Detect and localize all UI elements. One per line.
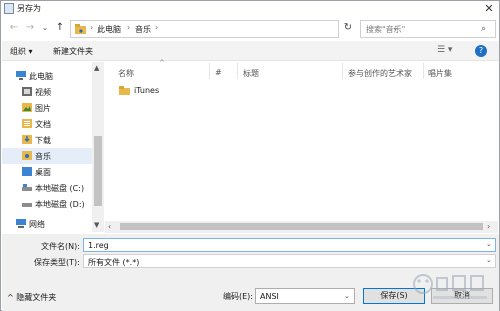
list-item[interactable]: iTunes	[113, 84, 313, 98]
drive-icon	[22, 203, 32, 207]
sidebar-item-label: 文档	[35, 120, 51, 129]
hide-folders-label: 隐藏文件夹	[16, 293, 57, 302]
sidebar-item-label: 图片	[35, 104, 51, 113]
column-divider	[209, 63, 210, 79]
music-folder-icon	[75, 24, 86, 34]
chevron-down-icon[interactable]: ⌄	[486, 256, 492, 264]
scrollbar-thumb[interactable]	[120, 223, 483, 230]
sidebar-item-documents[interactable]: 文档	[2, 116, 92, 132]
document-icon	[4, 3, 14, 14]
chevron-down-icon[interactable]: ⌄	[486, 240, 492, 248]
scroll-up-icon[interactable]: ▲	[94, 64, 99, 72]
up-arrow-icon[interactable]: ↑	[54, 22, 66, 34]
baidu-watermark-logo	[413, 274, 487, 299]
sidebar-item-label: 音乐	[35, 152, 51, 161]
sidebar-item-label: 视频	[35, 88, 51, 97]
new-folder-button[interactable]: 新建文件夹	[53, 46, 93, 57]
documents-folder-icon	[22, 119, 32, 128]
sidebar-item-drive-c[interactable]: 本地磁盘 (C:)	[2, 180, 92, 196]
encoding-select[interactable]: ANSI ⌄	[255, 288, 355, 304]
back-arrow-icon[interactable]: ←	[8, 22, 20, 34]
column-header-number[interactable]: #	[215, 68, 222, 77]
sidebar-item-desktop[interactable]: 桌面	[2, 164, 92, 180]
horizontal-scrollbar[interactable]: ‹ ›	[105, 221, 498, 233]
breadcrumb-music[interactable]: 音乐	[135, 24, 151, 35]
column-header-album[interactable]: 唱片集	[428, 68, 452, 79]
sort-ascending-icon: ^	[159, 59, 165, 67]
column-divider	[423, 63, 424, 79]
breadcrumb-separator: ›	[90, 23, 94, 32]
filetype-label: 保存类型(T):	[34, 258, 80, 267]
file-name: iTunes	[134, 86, 160, 95]
desktop-folder-icon	[22, 167, 32, 176]
sidebar-item-label: 此电脑	[29, 72, 53, 81]
scroll-right-icon[interactable]: ›	[487, 222, 490, 231]
folder-icon	[119, 86, 130, 95]
title-bar: 另存为 ✕	[1, 1, 499, 17]
sidebar-item-downloads[interactable]: 下载	[2, 132, 92, 148]
sidebar-item-label: 本地磁盘 (D:)	[35, 200, 85, 209]
pictures-folder-icon	[22, 103, 32, 112]
sidebar-item-label: 网络	[29, 220, 45, 229]
refresh-icon[interactable]: ↻	[341, 22, 355, 36]
network-icon	[16, 219, 26, 228]
chevron-up-icon: ^	[7, 293, 17, 302]
column-divider	[237, 63, 238, 79]
breadcrumb-separator: ›	[155, 23, 159, 32]
search-placeholder: 搜索"音乐"	[366, 25, 406, 34]
window-title: 另存为	[17, 4, 41, 13]
search-box[interactable]: 搜索"音乐" ⌕	[360, 20, 496, 38]
computer-icon	[16, 71, 26, 80]
sidebar-item-label: 桌面	[35, 168, 51, 177]
column-header-artists[interactable]: 参与创作的艺术家	[348, 68, 412, 79]
help-icon[interactable]: ?	[475, 45, 487, 57]
column-header-title[interactable]: 标题	[243, 68, 259, 79]
sidebar-item-music[interactable]: 音乐	[2, 148, 92, 164]
search-icon[interactable]: ⌕	[481, 24, 486, 34]
sidebar-item-drive-d[interactable]: 本地磁盘 (D:)	[2, 196, 92, 212]
sidebar-item-this-pc[interactable]: 此电脑	[2, 68, 92, 84]
hide-folders-toggle[interactable]: ^ 隐藏文件夹	[7, 292, 56, 303]
scroll-down-icon[interactable]: ▼	[94, 221, 99, 229]
forward-arrow-icon[interactable]: →	[24, 22, 36, 34]
address-bar[interactable]: › 此电脑 › 音乐 › ⌄	[70, 20, 399, 38]
filename-value: 1.reg	[88, 241, 109, 250]
music-folder-icon	[22, 151, 32, 160]
sidebar-item-label: 本地磁盘 (C:)	[35, 184, 85, 193]
filename-label: 文件名(N):	[41, 242, 80, 251]
sidebar-item-label: 下载	[35, 136, 51, 145]
breadcrumb-separator: ›	[127, 23, 131, 32]
view-options-icon[interactable]: ☰ ▾	[437, 45, 452, 55]
filename-input[interactable]: 1.reg ⌄	[83, 238, 496, 252]
column-divider	[342, 63, 343, 79]
sidebar-item-videos[interactable]: 视频	[2, 84, 92, 100]
sidebar-item-network[interactable]: 网络	[2, 216, 92, 232]
save-as-dialog: 另存为 ✕ ← → ⌄ ↑ › 此电脑 › 音乐 › ⌄ ↻ 搜索"音乐" ⌕ …	[0, 0, 500, 311]
scroll-left-icon[interactable]: ‹	[108, 222, 111, 231]
filetype-value: 所有文件 (*.*)	[88, 258, 140, 267]
chevron-down-icon[interactable]: ⌄	[344, 292, 350, 300]
scrollbar-thumb[interactable]	[94, 136, 102, 206]
video-folder-icon	[22, 87, 32, 96]
encoding-label: 编码(E):	[223, 292, 253, 301]
close-button[interactable]: ✕	[481, 2, 497, 16]
organize-button[interactable]: 组织 ▾	[10, 46, 33, 57]
column-header-name[interactable]: 名称	[118, 68, 134, 79]
recent-locations-icon[interactable]: ⌄	[39, 22, 51, 34]
drive-icon	[22, 184, 32, 191]
navigation-pane: 此电脑 视频 图片 文档 下载 音乐 桌面 本地磁盘 (C:) 本地磁盘 (D:…	[2, 62, 104, 232]
breadcrumb-this-pc[interactable]: 此电脑	[97, 24, 121, 35]
sidebar-scrollbar[interactable]: ▲ ▼	[92, 62, 104, 232]
downloads-folder-icon	[22, 135, 32, 144]
sidebar-item-pictures[interactable]: 图片	[2, 100, 92, 116]
encoding-value: ANSI	[260, 292, 279, 301]
